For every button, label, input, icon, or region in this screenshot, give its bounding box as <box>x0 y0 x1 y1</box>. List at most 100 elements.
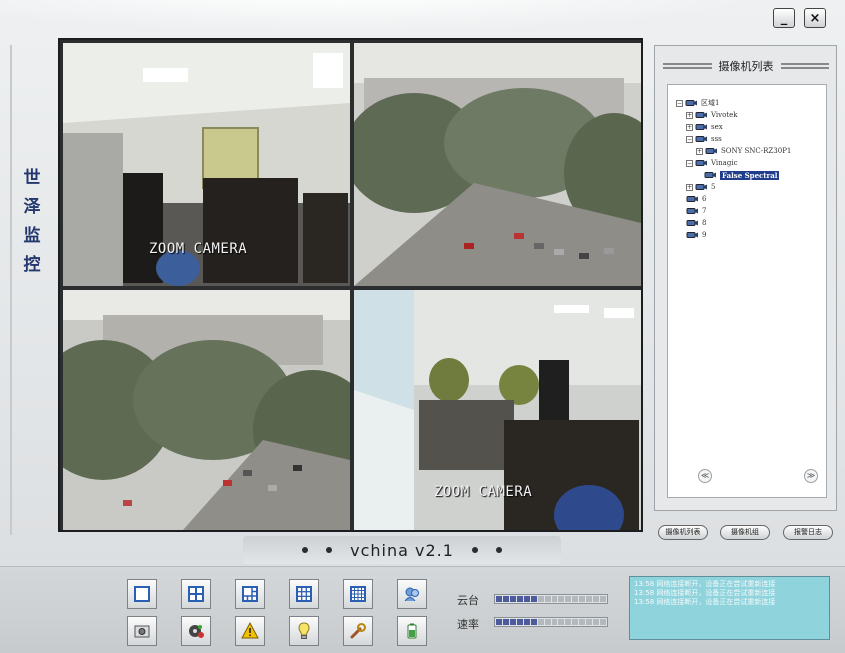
brand-char: 世 <box>23 168 41 188</box>
tree-item[interactable]: False Spectral <box>676 169 791 181</box>
log-entry: 13:58 网络连接断开，设备正在尝试重新连接 <box>634 598 776 606</box>
settings-button[interactable] <box>343 616 373 646</box>
tree-item[interactable]: + Vivotek <box>676 109 791 121</box>
light-button[interactable] <box>289 616 319 646</box>
tree-item-label: SONY SNC-RZ30P1 <box>721 147 792 155</box>
camera-snapshot-icon <box>134 625 150 638</box>
sixteen-view-button[interactable] <box>343 579 373 609</box>
tree-item-label: 9 <box>702 231 707 239</box>
collapse-icon[interactable]: − <box>676 99 683 107</box>
brand-divider <box>10 45 12 535</box>
camera-view-2[interactable] <box>354 43 641 286</box>
camera-icon <box>695 160 707 166</box>
tree-item[interactable]: − Vinagic <box>676 157 791 169</box>
tree-item[interactable]: 6 <box>676 193 791 205</box>
camera-view-3[interactable] <box>63 290 350 530</box>
level-segment <box>502 619 509 625</box>
camera-list-title: 摄像机列表 <box>718 60 774 73</box>
camera-group-button[interactable]: 摄像机组 <box>720 525 770 540</box>
expand-icon[interactable]: + <box>686 123 693 131</box>
record-button[interactable] <box>181 616 211 646</box>
speed-slider[interactable] <box>494 617 608 627</box>
tree-item[interactable]: 7 <box>676 205 791 217</box>
level-segment <box>537 619 544 625</box>
camera-icon <box>695 184 707 190</box>
level-segment <box>579 596 586 602</box>
quad-view-button[interactable] <box>181 579 211 609</box>
tree-item[interactable]: + SONY SNC-RZ30P1 <box>676 145 791 157</box>
level-segment <box>516 619 523 625</box>
tree-item-label: 8 <box>702 219 707 227</box>
level-segment <box>565 596 572 602</box>
version-label: vchina v2.1 <box>350 540 454 560</box>
expand-icon[interactable]: + <box>696 147 703 155</box>
level-segment <box>586 596 593 602</box>
level-segment <box>537 596 544 602</box>
nine-view-button[interactable] <box>289 579 319 609</box>
level-segment <box>558 596 565 602</box>
alarm-button[interactable] <box>235 616 265 646</box>
camera-icon <box>686 220 698 226</box>
camera-list-button[interactable]: 摄像机列表 <box>658 525 708 540</box>
tree-item[interactable]: − 区域1 <box>676 97 791 109</box>
dot-icon <box>302 547 309 553</box>
tree-item-label: 7 <box>702 207 707 215</box>
camera-icon <box>686 232 698 238</box>
layout-6-icon <box>242 586 258 602</box>
video-grid: ZOOM CAMERA ZOOM CAMERA <box>58 38 643 532</box>
tree-item-label: 6 <box>702 195 707 203</box>
level-segment <box>509 619 516 625</box>
tree-item[interactable]: − sss <box>676 133 791 145</box>
camera-icon <box>704 172 716 178</box>
ptz-label: 云台 <box>457 594 479 607</box>
camera-tree[interactable]: − 区域1 + Vivotek + sex − sss + SONY SNC-RZ30P1 − Vin… <box>667 84 827 498</box>
battery-button[interactable] <box>397 616 427 646</box>
header-decoration <box>663 63 712 69</box>
layout-4-icon <box>188 586 204 602</box>
tree-item[interactable]: + sex <box>676 121 791 133</box>
users-button[interactable] <box>397 579 427 609</box>
alarm-log-button[interactable]: 报警日志 <box>783 525 833 540</box>
camera-icon <box>695 136 707 142</box>
expand-icon[interactable]: + <box>686 111 693 119</box>
level-segment <box>565 619 572 625</box>
layout-1-icon <box>134 586 150 602</box>
level-segment <box>600 596 606 602</box>
level-segment <box>572 596 579 602</box>
six-view-button[interactable] <box>235 579 265 609</box>
camera-icon <box>695 124 707 130</box>
header-decoration <box>780 63 829 69</box>
event-log: 13:58 网络连接断开，设备正在尝试重新连接 13:58 网络连接断开，设备正在… <box>629 576 830 640</box>
ptz-slider[interactable] <box>494 594 608 604</box>
level-segment <box>530 596 537 602</box>
single-view-button[interactable] <box>127 579 157 609</box>
collapse-icon[interactable]: − <box>686 159 693 167</box>
users-icon <box>404 587 419 602</box>
top-decoration <box>0 0 845 40</box>
expand-icon[interactable]: + <box>686 183 693 191</box>
snapshot-button[interactable] <box>127 616 157 646</box>
brand-char: 监 <box>23 226 41 246</box>
tree-item-label: 5 <box>711 183 716 191</box>
tree-item[interactable]: 8 <box>676 217 791 229</box>
level-segment <box>558 619 565 625</box>
tree-scroll-right-button[interactable]: ≫ <box>804 469 818 483</box>
level-segment <box>530 619 537 625</box>
record-reel-icon <box>189 625 204 638</box>
app-window: _ × 世 泽 监 控 ZOOM CAMERA ZOOM CAMERA 摄像机列… <box>0 0 845 653</box>
tree-item-label: sex <box>711 123 723 131</box>
close-button[interactable]: × <box>804 8 826 28</box>
level-segment <box>600 619 606 625</box>
camera-view-4[interactable]: ZOOM CAMERA <box>354 290 641 530</box>
camera-tree-list: − 区域1 + Vivotek + sex − sss + SONY SNC-RZ30P1 − Vin… <box>676 97 791 241</box>
tree-item[interactable]: +5 <box>676 181 791 193</box>
tree-scroll-left-button[interactable]: ≪ <box>698 469 712 483</box>
camera-icon <box>686 196 698 202</box>
collapse-icon[interactable]: − <box>686 135 693 143</box>
minimize-button[interactable]: _ <box>773 8 795 28</box>
level-segment <box>586 619 593 625</box>
camera-view-1[interactable]: ZOOM CAMERA <box>63 43 350 286</box>
tree-item[interactable]: 9 <box>676 229 791 241</box>
dot-icon <box>326 547 333 553</box>
log-entry: 13:58 网络连接断开，设备正在尝试重新连接 <box>634 589 776 597</box>
